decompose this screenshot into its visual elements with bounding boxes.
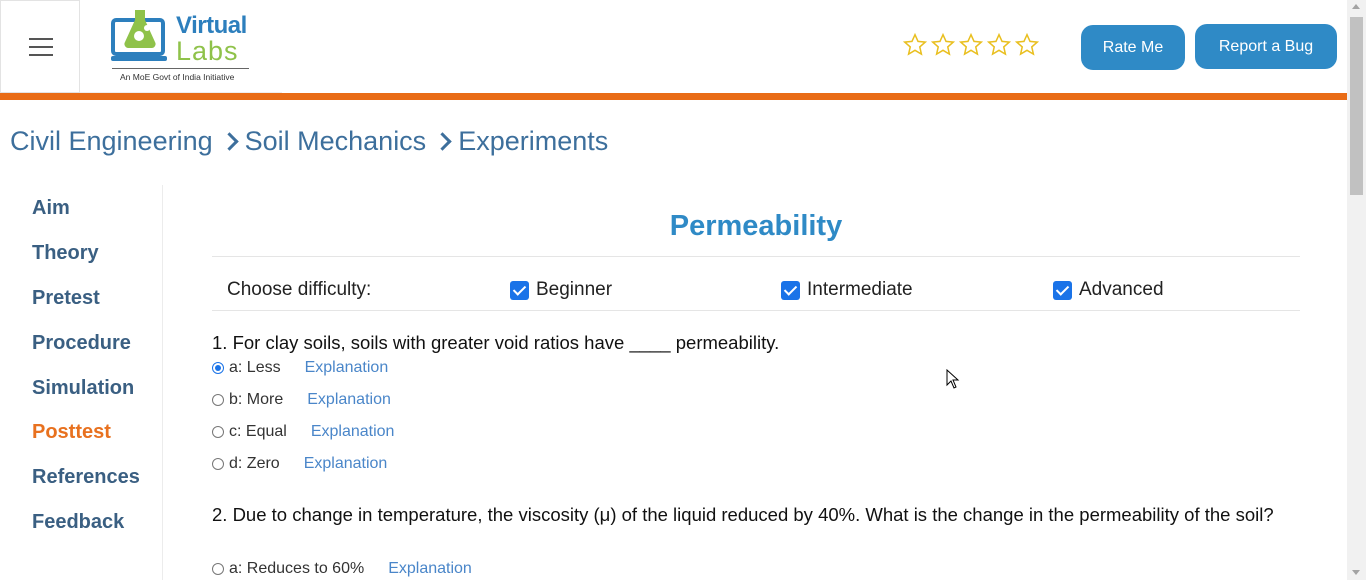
chevron-right-icon [436, 133, 448, 151]
breadcrumb-item-experiments[interactable]: Experiments [458, 126, 608, 157]
difficulty-intermediate-label: Intermediate [807, 279, 913, 300]
sidebar-item-aim[interactable]: Aim [32, 197, 70, 220]
report-bug-button[interactable]: Report a Bug [1195, 24, 1337, 69]
sidebar-item-pretest[interactable]: Pretest [32, 287, 100, 310]
answer-option[interactable]: b: More Explanation [212, 391, 391, 409]
sidebar-item-procedure[interactable]: Procedure [32, 332, 131, 355]
sidebar-item-references[interactable]: References [32, 466, 140, 489]
breadcrumb: Civil Engineering Soil Mechanics Experim… [10, 126, 608, 157]
option-label: a: Less [229, 359, 281, 376]
difficulty-advanced-label: Advanced [1079, 279, 1164, 300]
radio-icon[interactable] [212, 563, 224, 575]
header-accent-bar [0, 93, 1347, 100]
difficulty-label: Choose difficulty: [227, 279, 372, 300]
answer-option[interactable]: d: Zero Explanation [212, 455, 387, 473]
star-icon[interactable] [902, 32, 928, 58]
star-icon[interactable] [1014, 32, 1040, 58]
checkbox-checked-icon[interactable] [510, 280, 529, 300]
scroll-down-arrow-icon[interactable] [1352, 570, 1360, 575]
logo-tagline: An MoE Govt of India Initiative [120, 72, 235, 82]
checkbox-checked-icon[interactable] [1053, 280, 1072, 300]
option-label: c: Equal [229, 423, 287, 440]
logo-word-labs: Labs [176, 36, 239, 66]
page-title: Permeability [669, 210, 843, 242]
rating-stars [902, 32, 1040, 58]
virtual-labs-logo[interactable]: Virtual Labs An MoE Govt of India Initia… [80, 0, 282, 93]
radio-icon[interactable] [212, 458, 224, 470]
option-label: d: Zero [229, 455, 280, 472]
answer-option[interactable]: a: Less Explanation [212, 359, 388, 377]
sidebar-item-feedback[interactable]: Feedback [32, 511, 124, 534]
divider [212, 310, 1300, 311]
star-icon[interactable] [986, 32, 1012, 58]
sidebar: Aim Theory Pretest Procedure Simulation … [0, 185, 163, 580]
vertical-scrollbar[interactable] [1347, 0, 1366, 580]
difficulty-advanced[interactable]: Advanced [1053, 279, 1164, 301]
sidebar-item-posttest[interactable]: Posttest [32, 421, 111, 444]
breadcrumb-item-civil-engineering[interactable]: Civil Engineering [10, 126, 213, 157]
option-label: a: Reduces to 60% [229, 560, 365, 577]
difficulty-intermediate[interactable]: Intermediate [781, 279, 913, 301]
radio-selected-icon[interactable] [212, 362, 224, 374]
option-label: b: More [229, 391, 284, 408]
breadcrumb-item-soil-mechanics[interactable]: Soil Mechanics [245, 126, 427, 157]
difficulty-beginner-label: Beginner [536, 279, 613, 300]
star-icon[interactable] [930, 32, 956, 58]
question-text: 1. For clay soils, soils with greater vo… [212, 332, 780, 353]
question-text: 2. Due to change in temperature, the vis… [212, 504, 1274, 525]
menu-button[interactable] [0, 0, 80, 93]
mouse-cursor-icon [946, 369, 960, 389]
scroll-up-arrow-icon[interactable] [1352, 4, 1360, 9]
checkbox-checked-icon[interactable] [781, 280, 800, 300]
flask-laptop-icon [111, 10, 167, 61]
chevron-right-icon [223, 133, 235, 151]
explanation-link[interactable]: Explanation [304, 455, 388, 473]
explanation-link[interactable]: Explanation [388, 560, 472, 578]
sidebar-item-theory[interactable]: Theory [32, 242, 99, 265]
radio-icon[interactable] [212, 426, 224, 438]
explanation-link[interactable]: Explanation [305, 359, 389, 377]
answer-option[interactable]: a: Reduces to 60% Explanation [212, 560, 472, 578]
scrollbar-thumb[interactable] [1350, 17, 1363, 195]
divider [212, 256, 1300, 257]
sidebar-item-simulation[interactable]: Simulation [32, 377, 134, 400]
explanation-link[interactable]: Explanation [307, 391, 391, 409]
difficulty-beginner[interactable]: Beginner [510, 279, 612, 301]
star-icon[interactable] [958, 32, 984, 58]
site-header: Virtual Labs An MoE Govt of India Initia… [0, 0, 1347, 93]
logo-divider [112, 68, 249, 69]
answer-option[interactable]: c: Equal Explanation [212, 423, 394, 441]
radio-icon[interactable] [212, 394, 224, 406]
explanation-link[interactable]: Explanation [311, 423, 395, 441]
hamburger-icon [29, 38, 53, 56]
rate-me-button[interactable]: Rate Me [1081, 25, 1185, 70]
